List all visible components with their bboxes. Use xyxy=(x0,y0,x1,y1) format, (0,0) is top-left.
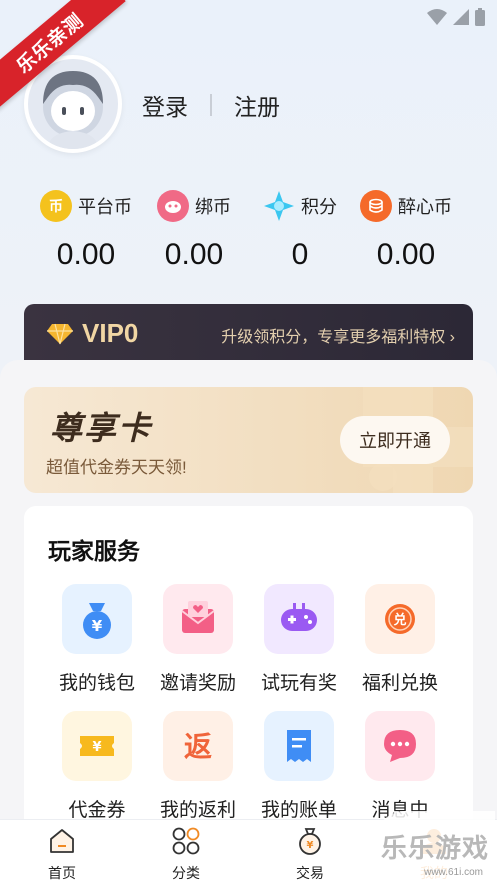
points-icon xyxy=(263,190,295,222)
site-watermark: 乐乐游戏 www.61i.com xyxy=(375,811,495,881)
currency-label: 绑币 xyxy=(195,197,231,217)
svg-text:¥: ¥ xyxy=(92,617,103,635)
wifi-icon xyxy=(427,9,447,25)
card-subtitle: 超值代金券天天领! xyxy=(46,458,187,477)
tab-trade[interactable]: ¥ 交易 xyxy=(270,826,350,883)
signal-icon xyxy=(453,9,469,25)
tab-category[interactable]: 分类 xyxy=(146,826,226,883)
trade-icon: ¥ xyxy=(299,828,321,855)
register-link[interactable]: 注册 xyxy=(234,88,280,122)
premium-card[interactable]: 尊享卡 超值代金券天天领! 立即开通 xyxy=(24,387,473,493)
tab-label: 交易 xyxy=(296,865,324,881)
activate-button[interactable]: 立即开通 xyxy=(340,416,450,464)
auth-links: 登录 注册 xyxy=(142,88,280,122)
currency-platform-coin[interactable]: 币 平台币 0.00 xyxy=(26,190,146,272)
bill-icon xyxy=(264,711,334,781)
watermark-url: www.61i.com xyxy=(424,867,483,878)
currency-label: 平台币 xyxy=(78,197,132,217)
invite-envelope-icon xyxy=(163,584,233,654)
currency-label: 醉心币 xyxy=(398,197,452,217)
service-label: 邀请奖励 xyxy=(159,673,236,694)
vip-title: VIP0 xyxy=(46,318,138,349)
tab-home[interactable]: 首页 xyxy=(22,826,102,883)
category-icon xyxy=(172,827,200,855)
service-rebate[interactable]: 返 我的返利 xyxy=(148,711,248,822)
voucher-icon: ¥ xyxy=(62,711,132,781)
service-label: 试玩有奖 xyxy=(260,673,337,694)
coin-glyph: 币 xyxy=(49,198,63,214)
chevron-right-icon: › xyxy=(449,329,455,346)
service-label: 我的钱包 xyxy=(58,673,135,694)
currency-label: 积分 xyxy=(301,197,337,217)
svg-text:¥: ¥ xyxy=(92,740,101,755)
vip-description-text: 升级领积分，专享更多福利特权 xyxy=(221,329,446,346)
currency-head: 醉心币 xyxy=(346,190,466,222)
service-label: 福利兑换 xyxy=(361,673,438,694)
service-label: 代金券 xyxy=(68,800,126,821)
tab-label: 首页 xyxy=(48,865,76,881)
service-message[interactable]: 消息中 xyxy=(350,711,450,822)
gamepad-icon xyxy=(264,584,334,654)
divider xyxy=(210,94,212,116)
currency-zuixin-coin[interactable]: 醉心币 0.00 xyxy=(346,190,466,272)
card-title: 尊享卡 xyxy=(50,410,153,446)
service-label: 我的返利 xyxy=(159,800,236,821)
services-title: 玩家服务 xyxy=(48,538,140,564)
service-trial[interactable]: 试玩有奖 xyxy=(249,584,349,695)
currency-head: 积分 xyxy=(240,190,360,222)
service-invite[interactable]: 邀请奖励 xyxy=(148,584,248,695)
coin-icon: 币 xyxy=(40,190,72,222)
bound-coin-icon xyxy=(157,190,189,222)
tab-label: 分类 xyxy=(172,865,200,881)
svg-text:¥: ¥ xyxy=(307,840,314,851)
watermark-text: 乐乐游戏 xyxy=(380,833,489,863)
service-exchange[interactable]: 兑 福利兑换 xyxy=(350,584,450,695)
vip-level: VIP0 xyxy=(82,318,139,348)
player-services: 玩家服务 ¥ 我的钱包 邀请奖励 试玩有奖 兑 福利兑换 ¥ 代金券 返 我的返… xyxy=(24,506,473,836)
service-bill[interactable]: 我的账单 xyxy=(249,711,349,822)
main-panel: 尊享卡 超值代金券天天领! 立即开通 玩家服务 ¥ 我的钱包 邀请奖励 试玩有奖… xyxy=(0,360,497,836)
service-label: 我的账单 xyxy=(260,800,337,821)
service-voucher[interactable]: ¥ 代金券 xyxy=(47,711,147,822)
default-avatar-icon xyxy=(43,71,103,149)
status-icons xyxy=(427,8,485,26)
currency-value: 0 xyxy=(291,238,309,271)
exchange-icon: 兑 xyxy=(365,584,435,654)
message-icon xyxy=(365,711,435,781)
home-icon xyxy=(50,829,74,853)
wallet-icon: ¥ xyxy=(62,584,132,654)
currency-head: 币 平台币 xyxy=(26,190,146,222)
diamond-icon xyxy=(47,323,73,344)
currency-points[interactable]: 积分 0 xyxy=(240,190,360,272)
svg-text:返: 返 xyxy=(184,730,212,763)
vip-description: 升级领积分，专享更多福利特权 › xyxy=(221,323,455,347)
login-link[interactable]: 登录 xyxy=(142,88,188,122)
currency-row: 币 平台币 0.00 绑币 0.00 积分 0 醉心币 0.00 xyxy=(0,190,497,280)
rebate-icon: 返 xyxy=(163,711,233,781)
currency-value: 0.00 xyxy=(376,238,436,271)
currency-head: 绑币 xyxy=(134,190,254,222)
service-wallet[interactable]: ¥ 我的钱包 xyxy=(47,584,147,695)
svg-text:兑: 兑 xyxy=(393,612,406,628)
currency-value: 0.00 xyxy=(164,238,224,271)
currency-bound-coin[interactable]: 绑币 0.00 xyxy=(134,190,254,272)
battery-icon xyxy=(475,8,485,26)
currency-value: 0.00 xyxy=(56,238,116,271)
zuixin-coin-icon xyxy=(360,190,392,222)
